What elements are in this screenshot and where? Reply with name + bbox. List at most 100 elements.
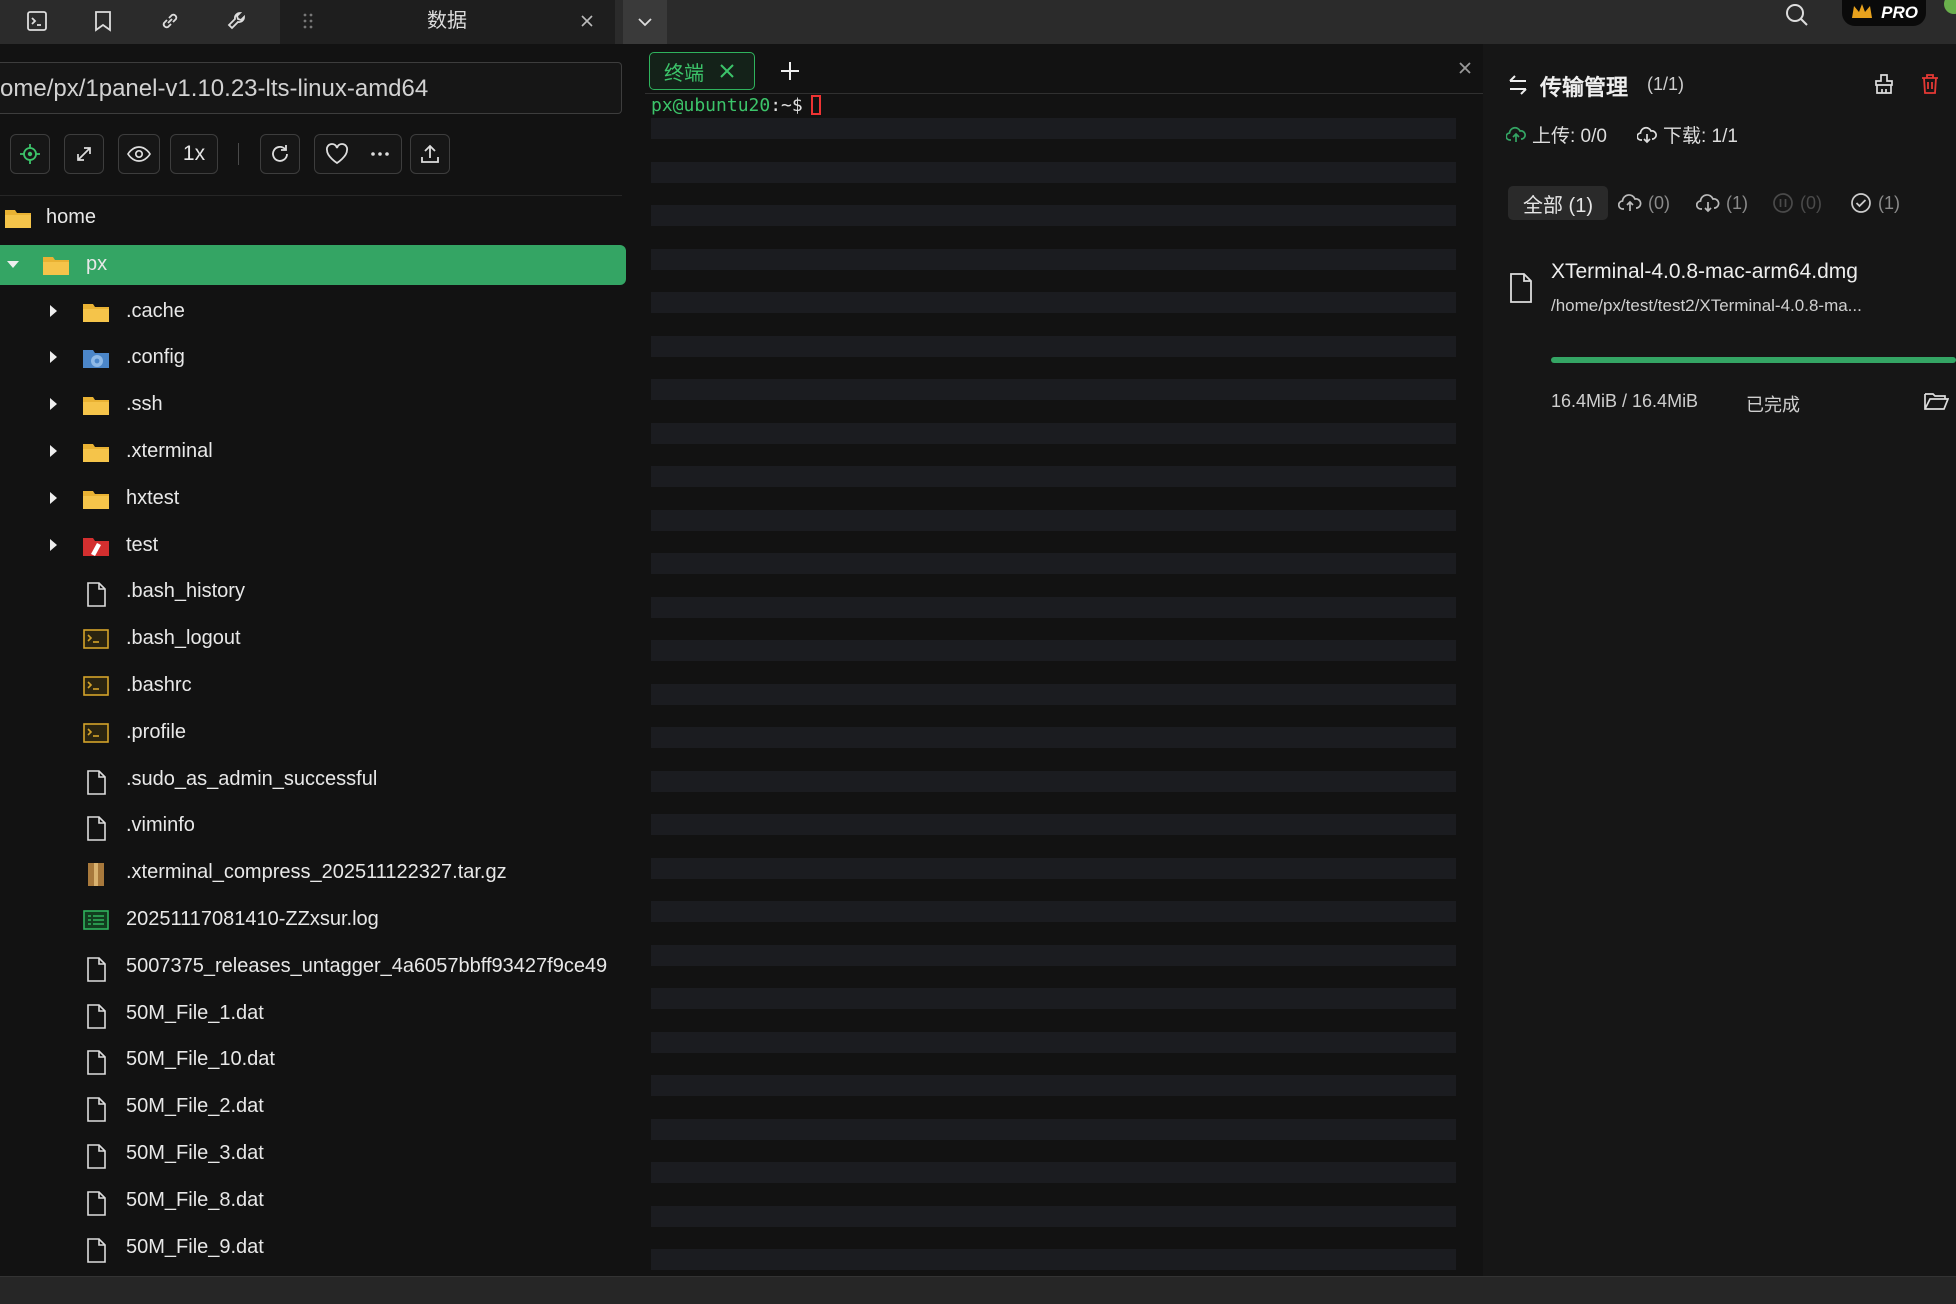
terminal-row-stripe — [651, 1118, 1456, 1140]
show-hidden-button[interactable] — [118, 134, 160, 174]
caret-right-icon[interactable] — [46, 350, 60, 364]
tree-row-label: 50M_File_3.dat — [126, 1142, 264, 1164]
tree-row[interactable]: 20251117081410-ZZxsur.log — [0, 900, 626, 940]
check-circle-icon — [1851, 193, 1871, 213]
drag-handle-icon[interactable] — [294, 4, 322, 38]
tree-row[interactable]: px — [0, 244, 626, 285]
terminal-cursor — [810, 95, 821, 115]
tree-row[interactable]: 50M_File_8.dat — [0, 1181, 626, 1221]
tree-row[interactable]: 50M_File_10.dat — [0, 1040, 626, 1080]
tree-row-label: .ssh — [126, 393, 163, 416]
caret-right-icon[interactable] — [46, 304, 60, 318]
more-icon[interactable] — [369, 150, 391, 158]
tree-row[interactable]: .profile — [0, 713, 626, 753]
filter-all[interactable]: 全部 (1) — [1508, 186, 1608, 220]
tree-row[interactable]: .bash_logout — [0, 619, 626, 659]
tree-row[interactable]: .bashrc — [0, 666, 626, 706]
tree-row-label: px — [86, 252, 108, 275]
terminal-row-stripe — [651, 814, 1456, 835]
refresh-button[interactable] — [260, 134, 300, 174]
path-input[interactable]: ome/px/1panel-v1.10.23-lts-linux-amd64 — [0, 62, 622, 114]
tree-row-label: .config — [126, 346, 185, 369]
speed-button[interactable]: 1x — [170, 134, 218, 174]
tree-row-label: .profile — [126, 720, 187, 743]
close-icon[interactable] — [718, 62, 736, 80]
wrench-icon[interactable] — [220, 4, 254, 38]
prompt-path: :~$ — [770, 95, 803, 116]
bookmark-icon[interactable] — [86, 4, 120, 38]
tree-row-label: .viminfo — [126, 814, 195, 837]
tree-row[interactable]: .xterminal_compress_202511122327.tar.gz — [0, 853, 626, 893]
broom-icon[interactable] — [1873, 73, 1895, 95]
pro-badge-label: PRO — [1881, 3, 1918, 22]
caret-right-icon[interactable] — [46, 491, 60, 505]
tree-row[interactable]: .bash_history — [0, 572, 626, 612]
tree-row[interactable]: 5007375_releases_untagger_4a6057bbff9342… — [0, 947, 626, 987]
plus-icon[interactable] — [779, 60, 801, 82]
shell-icon — [82, 627, 110, 651]
upload-stat-label: 上传: 0/0 — [1532, 126, 1607, 147]
filter-upload[interactable]: (0) — [1618, 186, 1670, 220]
tree-row[interactable]: .config — [0, 338, 626, 378]
filter-done-label: (1) — [1878, 192, 1900, 213]
search-icon[interactable] — [1780, 0, 1814, 32]
test-folder-icon — [82, 534, 110, 558]
trash-icon[interactable] — [1919, 73, 1941, 95]
upload-icon — [421, 144, 439, 163]
tree-row[interactable]: 50M_File_9.dat — [0, 1228, 626, 1268]
terminal-row-stripe — [651, 118, 1456, 139]
close-icon[interactable] — [570, 4, 604, 38]
transfer-progress-fill — [1551, 357, 1956, 363]
terminal-output[interactable] — [651, 96, 1456, 1271]
terminal-row-stripe — [651, 1249, 1456, 1270]
tree-row[interactable]: .ssh — [0, 385, 626, 425]
tree-row[interactable]: 50M_File_2.dat — [0, 1087, 626, 1127]
tree-row[interactable]: .sudo_as_admin_successful — [0, 760, 626, 800]
terminal-row-stripe — [651, 683, 1456, 705]
locate-button[interactable] — [10, 134, 50, 174]
divider — [0, 195, 622, 196]
terminal-row-stripe — [651, 466, 1456, 487]
tab-data[interactable]: 数据 — [280, 0, 615, 44]
tree-row[interactable]: test — [0, 526, 626, 566]
avatar[interactable] — [1944, 0, 1956, 14]
crosshair-icon — [20, 144, 40, 164]
tree-row[interactable]: home — [0, 198, 626, 238]
tree-row[interactable]: hxtest — [0, 479, 626, 519]
tree-row[interactable]: .xterminal — [0, 432, 626, 472]
heart-icon[interactable] — [325, 143, 349, 165]
top-toolbar: 数据 PRO — [0, 0, 1956, 44]
tree-row[interactable]: .viminfo — [0, 806, 626, 846]
tree-row-label: .xterminal — [126, 440, 213, 462]
file-icon — [1510, 273, 1532, 303]
filter-done[interactable]: (1) — [1850, 186, 1900, 220]
caret-right-icon[interactable] — [46, 538, 60, 552]
close-icon[interactable] — [1457, 60, 1473, 76]
caret-right-icon[interactable] — [46, 397, 60, 411]
tree-row-label: .bash_history — [126, 580, 245, 603]
filter-download[interactable]: (1) — [1696, 186, 1748, 220]
tree-row[interactable]: .cache — [0, 292, 626, 332]
tab-terminal[interactable]: 终端 — [649, 52, 755, 90]
folder-icon — [42, 253, 70, 277]
tab-dropdown-button[interactable] — [623, 0, 667, 44]
tree-row[interactable]: 50M_File_1.dat — [0, 994, 626, 1034]
terminal-row-stripe — [651, 248, 1456, 270]
transfer-filename: XTerminal-4.0.8-mac-arm64.dmg — [1551, 260, 1858, 283]
caret-right-icon[interactable] — [46, 444, 60, 458]
file-icon — [82, 1236, 110, 1263]
tree-row[interactable]: 50M_File_3.dat — [0, 1134, 626, 1174]
terminal-row-stripe — [651, 727, 1456, 748]
upload-button[interactable] — [410, 134, 450, 174]
terminal-icon[interactable] — [20, 4, 54, 38]
terminal-row-stripe — [651, 553, 1456, 574]
status-bar — [0, 1276, 1956, 1304]
open-folder-icon[interactable] — [1923, 390, 1949, 412]
collapse-button[interactable] — [64, 134, 104, 174]
filter-paused-label: (0) — [1800, 192, 1822, 213]
filter-paused[interactable]: (0) — [1772, 186, 1822, 220]
link-icon[interactable] — [153, 4, 187, 38]
caret-down-icon[interactable] — [6, 257, 20, 271]
pro-badge[interactable]: PRO — [1842, 0, 1926, 26]
filter-upload-label: (0) — [1648, 192, 1670, 213]
